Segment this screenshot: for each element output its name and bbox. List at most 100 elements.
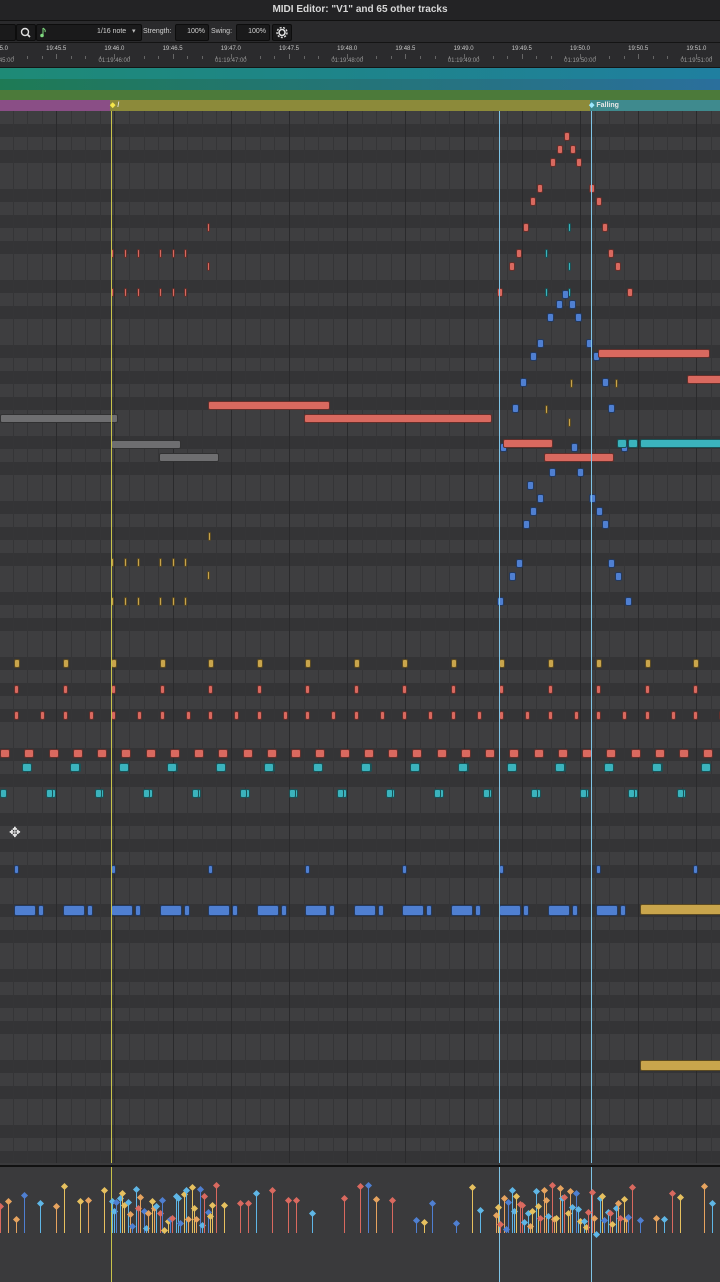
- midi-note[interactable]: [644, 711, 650, 720]
- midi-note[interactable]: [693, 659, 699, 668]
- midi-note[interactable]: [159, 905, 182, 916]
- velocity-stem[interactable]: [138, 1209, 139, 1233]
- track-lane-teal[interactable]: [0, 68, 720, 79]
- velocity-stem[interactable]: [536, 1192, 537, 1233]
- midi-note[interactable]: [14, 659, 20, 668]
- timeline-ruler[interactable]: 19:45.0 19:45.5 19:46.0 19:46.5 19:47.0 19:47…: [0, 43, 720, 68]
- midi-note[interactable]: [315, 749, 326, 758]
- midi-note[interactable]: [530, 352, 537, 361]
- midi-note[interactable]: [644, 685, 650, 694]
- midi-note[interactable]: [530, 507, 537, 516]
- track-lane-olive[interactable]: [0, 90, 720, 100]
- midi-note[interactable]: [482, 789, 490, 798]
- velocity-stem[interactable]: [116, 1203, 117, 1233]
- midi-note[interactable]: [615, 572, 622, 581]
- midi-note[interactable]: [291, 749, 301, 758]
- midi-note[interactable]: [184, 249, 187, 258]
- midi-note[interactable]: [172, 597, 175, 606]
- velocity-stem[interactable]: [562, 1199, 563, 1233]
- midi-note[interactable]: [385, 789, 393, 798]
- midi-note[interactable]: [402, 711, 407, 720]
- midi-note[interactable]: [556, 300, 563, 309]
- midi-note[interactable]: [476, 711, 482, 720]
- midi-note[interactable]: [232, 905, 238, 916]
- midi-note[interactable]: [537, 184, 543, 193]
- midi-note[interactable]: [256, 659, 263, 668]
- midi-note[interactable]: [14, 685, 19, 694]
- velocity-handle[interactable]: [20, 1191, 29, 1200]
- velocity-stem[interactable]: [124, 1206, 125, 1233]
- midi-note[interactable]: [434, 789, 441, 798]
- velocity-stem[interactable]: [632, 1188, 633, 1233]
- midi-note[interactable]: [450, 711, 456, 720]
- midi-note[interactable]: [288, 789, 296, 798]
- velocity-handle[interactable]: [208, 1201, 217, 1210]
- midi-note[interactable]: [654, 749, 665, 758]
- midi-note[interactable]: [516, 559, 523, 568]
- velocity-handle[interactable]: [636, 1216, 645, 1225]
- swing-field[interactable]: 100%: [236, 24, 270, 41]
- midi-note[interactable]: [460, 749, 471, 758]
- midi-note[interactable]: [159, 685, 165, 694]
- midi-note[interactable]: [191, 789, 199, 798]
- midi-note[interactable]: [169, 749, 180, 758]
- midi-note[interactable]: [547, 711, 553, 720]
- velocity-handle[interactable]: [420, 1218, 429, 1227]
- velocity-handle[interactable]: [668, 1189, 677, 1198]
- velocity-handle[interactable]: [52, 1202, 61, 1211]
- midi-note[interactable]: [329, 905, 335, 916]
- midi-note[interactable]: [568, 223, 571, 232]
- midi-note[interactable]: [530, 197, 536, 206]
- velocity-stem[interactable]: [40, 1204, 41, 1233]
- velocity-stem[interactable]: [176, 1197, 177, 1233]
- velocity-handle[interactable]: [556, 1184, 565, 1193]
- midi-note[interactable]: [137, 249, 140, 258]
- midi-note[interactable]: [652, 763, 662, 772]
- midi-note[interactable]: [208, 401, 330, 410]
- midi-note[interactable]: [615, 379, 618, 388]
- midi-note[interactable]: [450, 659, 457, 668]
- velocity-stem[interactable]: [256, 1194, 257, 1233]
- midi-note[interactable]: [280, 905, 287, 916]
- midi-note[interactable]: [596, 865, 601, 874]
- midi-note[interactable]: [207, 571, 210, 580]
- velocity-handle[interactable]: [548, 1181, 557, 1190]
- marker-label-falling[interactable]: ◆ Falling: [589, 101, 619, 109]
- velocity-handle[interactable]: [620, 1195, 629, 1204]
- velocity-handle[interactable]: [504, 1198, 513, 1207]
- midi-note[interactable]: [568, 418, 571, 427]
- midi-note[interactable]: [603, 763, 614, 772]
- midi-note[interactable]: [266, 749, 277, 758]
- midi-note[interactable]: [509, 572, 516, 581]
- velocity-stem[interactable]: [712, 1204, 713, 1233]
- midi-note[interactable]: [402, 905, 424, 916]
- velocity-stem[interactable]: [520, 1205, 521, 1233]
- midi-note[interactable]: [700, 763, 711, 772]
- velocity-stem[interactable]: [376, 1200, 377, 1233]
- velocity-handle[interactable]: [660, 1215, 669, 1224]
- velocity-handle[interactable]: [236, 1199, 245, 1208]
- midi-note[interactable]: [137, 711, 142, 720]
- midi-note[interactable]: [676, 789, 684, 798]
- velocity-handle[interactable]: [700, 1182, 709, 1191]
- midi-note[interactable]: [208, 532, 211, 541]
- midi-note[interactable]: [497, 288, 503, 297]
- midi-note[interactable]: [353, 685, 359, 694]
- velocity-handle[interactable]: [12, 1215, 21, 1224]
- velocity-stem[interactable]: [204, 1197, 205, 1233]
- velocity-handle[interactable]: [356, 1182, 365, 1191]
- midi-note[interactable]: [520, 378, 527, 387]
- grid-value-select[interactable]: 1/16 note ▾: [36, 24, 142, 41]
- marker-region-purple[interactable]: [0, 100, 110, 111]
- midi-note[interactable]: [194, 749, 204, 758]
- velocity-stem[interactable]: [508, 1203, 509, 1233]
- midi-note[interactable]: [62, 659, 69, 668]
- midi-note[interactable]: [549, 468, 556, 477]
- velocity-handle[interactable]: [200, 1192, 209, 1201]
- midi-note[interactable]: [256, 905, 279, 916]
- midi-note[interactable]: [208, 711, 213, 720]
- toolbar-left-button[interactable]: [0, 24, 16, 41]
- velocity-handle[interactable]: [628, 1183, 637, 1192]
- velocity-stem[interactable]: [564, 1198, 565, 1233]
- midi-note[interactable]: [622, 711, 627, 720]
